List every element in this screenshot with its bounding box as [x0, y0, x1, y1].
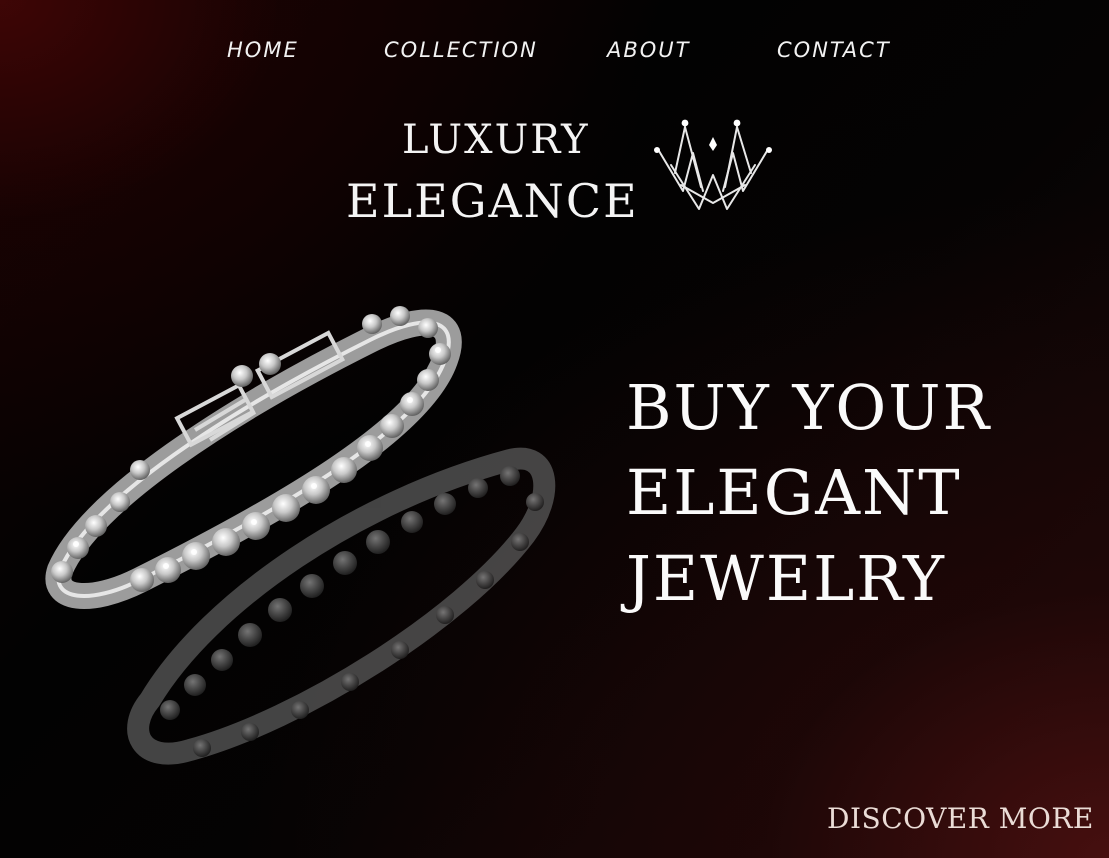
discover-more-link[interactable]: DISCOVER MORE: [827, 805, 1094, 833]
crown-icon: [654, 119, 772, 210]
nav-home-link[interactable]: HOME: [227, 38, 299, 62]
nav-collection-link[interactable]: COLLECTION: [384, 38, 538, 62]
nav-contact-link[interactable]: CONTACT: [777, 38, 891, 62]
hero-headline-line-2: ELEGANT: [626, 456, 962, 529]
nav-about-link[interactable]: ABOUT: [607, 38, 691, 62]
hero-headline-line-1: BUY YOUR: [626, 371, 992, 444]
logo-line-luxury: LUXURY: [402, 117, 590, 163]
main-nav: HOME COLLECTION ABOUT CONTACT: [0, 38, 1109, 72]
hero-headline-line-3: JEWELRY: [626, 542, 946, 615]
logo-line-elegance: ELEGANCE: [346, 174, 639, 228]
landing-page: HOME COLLECTION ABOUT CONTACT LUXURY ELE…: [0, 0, 1109, 858]
diamond-bracelet-image: [45, 306, 556, 765]
